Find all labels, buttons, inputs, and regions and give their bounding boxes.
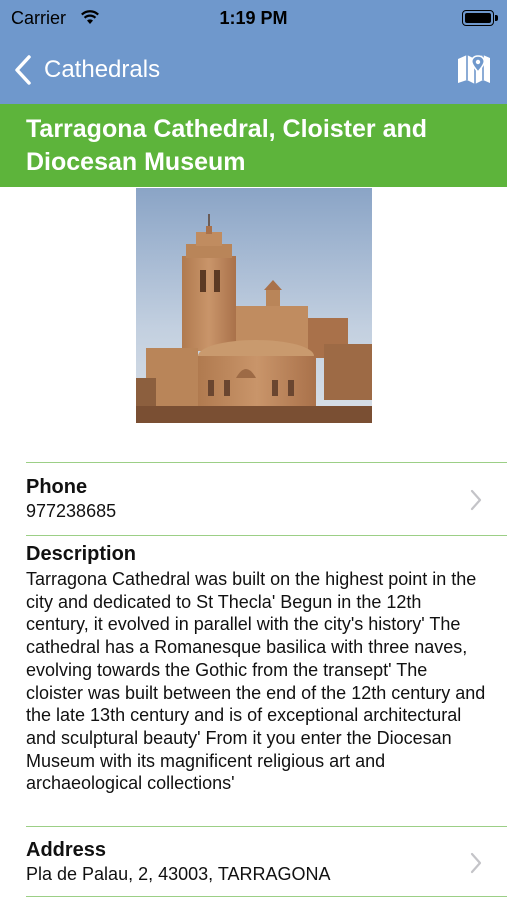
divider xyxy=(26,535,507,536)
phone-row[interactable]: Phone 977238685 xyxy=(26,476,507,524)
divider xyxy=(26,462,507,463)
status-time: 1:19 PM xyxy=(219,8,288,28)
header-bar: Carrier 1:19 PM Cathedrals xyxy=(0,0,507,104)
description-text: Tarragona Cathedral was built on the hig… xyxy=(26,569,486,794)
phone-label: Phone xyxy=(26,476,88,498)
address-value: Pla de Palau, 2, 43003, TARRAGONA xyxy=(26,864,331,884)
chevron-right-icon xyxy=(469,852,483,874)
map-pin-icon xyxy=(455,55,493,92)
battery-icon xyxy=(462,10,498,26)
description-label: Description xyxy=(26,543,137,565)
navigation-bar: Cathedrals xyxy=(0,40,507,100)
page-title: Tarragona Cathedral, Cloister and Dioces… xyxy=(26,115,428,176)
cathedral-photo xyxy=(136,188,372,423)
address-label: Address xyxy=(26,839,107,861)
status-bar: Carrier 1:19 PM xyxy=(0,0,507,36)
divider xyxy=(26,826,507,827)
divider xyxy=(26,896,507,897)
back-button[interactable]: Cathedrals xyxy=(12,52,160,88)
chevron-left-icon xyxy=(12,52,34,88)
phone-value: 977238685 xyxy=(26,501,117,521)
title-bar: Tarragona Cathedral, Cloister and Dioces… xyxy=(0,104,507,187)
chevron-right-icon xyxy=(469,489,483,511)
address-row[interactable]: Address Pla de Palau, 2, 43003, TARRAGON… xyxy=(26,839,507,887)
map-button[interactable] xyxy=(455,50,493,88)
back-button-label: Cathedrals xyxy=(44,56,161,83)
description-row: Description Tarragona Cathedral was buil… xyxy=(26,543,507,795)
